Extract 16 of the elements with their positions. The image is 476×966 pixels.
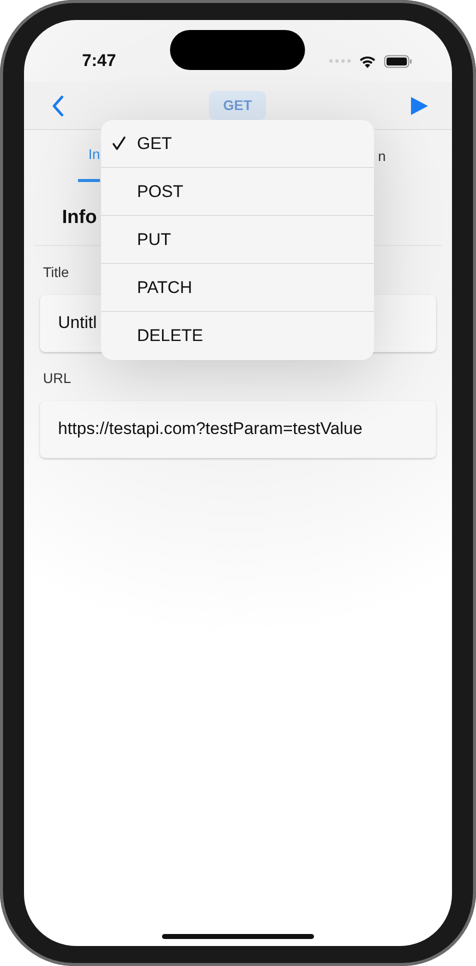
back-icon[interactable] <box>52 94 64 116</box>
menu-item[interactable]: POST <box>101 168 374 216</box>
menu-item[interactable]: DELETE <box>101 312 374 360</box>
wifi-icon <box>359 54 376 68</box>
field-label: Title <box>43 264 69 280</box>
menu-item[interactable]: PATCH <box>101 264 374 312</box>
signal-icon <box>329 59 351 63</box>
menu-item[interactable]: GET <box>101 120 374 168</box>
field-label: URL <box>43 370 72 386</box>
section-title: Info <box>62 207 97 228</box>
menu-item[interactable]: PUT <box>101 216 374 264</box>
tab[interactable]: n <box>378 130 390 182</box>
text-field[interactable]: https://testapi.com?testParam=testValue <box>40 400 436 458</box>
battery-icon <box>384 54 412 68</box>
play-icon[interactable] <box>411 96 428 114</box>
status-time: 7:47 <box>82 50 116 72</box>
